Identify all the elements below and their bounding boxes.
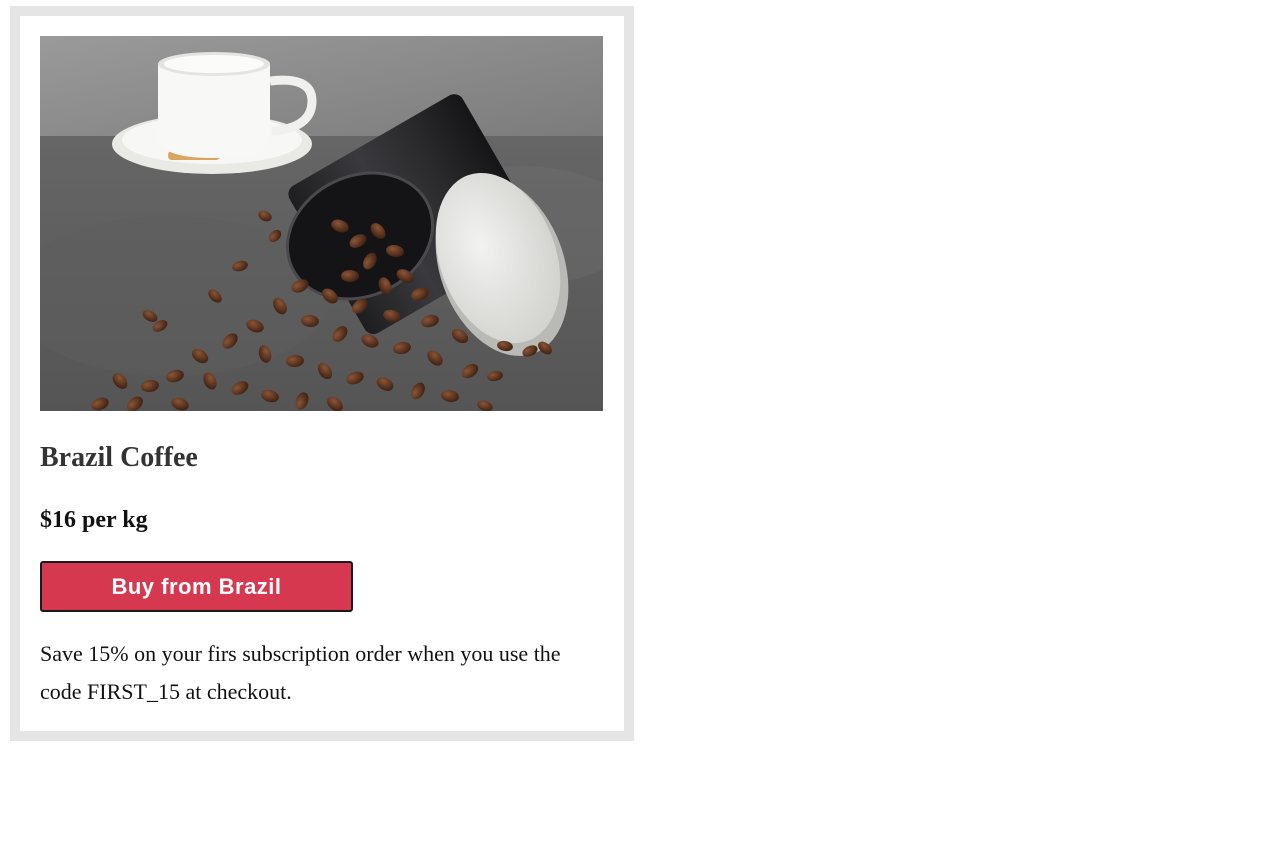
product-card: Brazil Coffee $16 per kg Buy from Brazil… (10, 6, 634, 741)
product-title: Brazil Coffee (40, 442, 198, 473)
promo-text: Save 15% on your firs subscription order… (40, 641, 561, 704)
product-image (40, 36, 603, 411)
product-card-body: Brazil Coffee $16 per kg Buy from Brazil… (40, 36, 603, 704)
buy-button[interactable]: Buy from Brazil (40, 561, 353, 612)
product-price: $16 per kg (40, 507, 148, 533)
